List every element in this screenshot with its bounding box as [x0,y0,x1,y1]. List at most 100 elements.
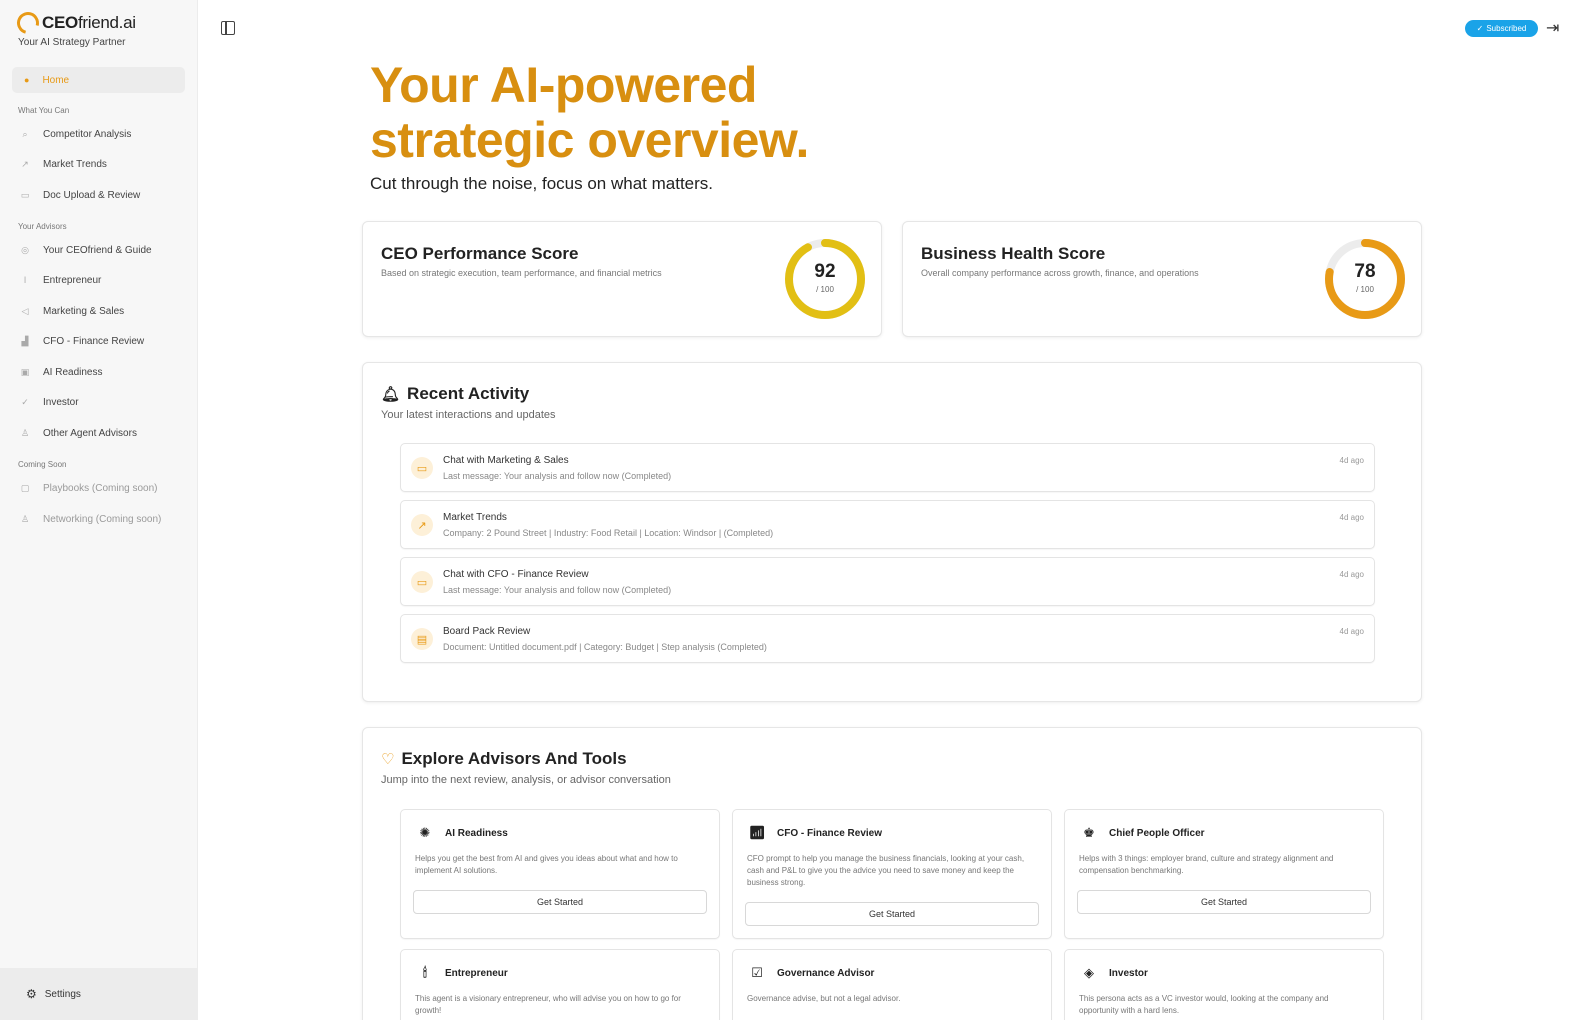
home-icon: ● [24,75,30,85]
sidebar-item-label: Other Agent Advisors [43,427,137,439]
explore-subtitle: Jump into the next review, analysis, or … [381,774,671,786]
sidebar-item-market-trends[interactable]: ↗ Market Trends [20,156,107,172]
sidebar-item-ceofriend-guide[interactable]: ◎ Your CEOfriend & Guide [20,242,152,258]
brand-name: CEOfriend.ai [42,13,136,32]
brand-logo[interactable]: CEOfriend.ai Your AI Strategy Partner [12,7,136,48]
score-value: 78 [1354,261,1376,282]
settings-label: Settings [44,988,81,1000]
activity-detail: Last message: Your analysis and follow n… [443,585,672,595]
tool-description: Helps with 3 things: employer brand, cul… [1079,854,1334,875]
sidebar-item-competitor-analysis[interactable]: ⌕ Competitor Analysis [20,126,131,142]
tool-description: Helps you get the best from AI and gives… [415,854,678,875]
person-icon: 🕯︎ [423,965,427,980]
section-title: 🔔︎ Recent Activity [381,384,529,404]
sidebar-item-label: Entrepreneur [43,274,102,286]
sidebar-item-investor[interactable]: ✓ Investor [20,394,79,410]
tool-card-cfo-finance: 📶︎ CFO - Finance Review CFO prompt to hel… [732,809,1052,939]
activity-time: 4d ago [1339,570,1364,579]
sidebar-item-label: CFO - Finance Review [43,335,145,347]
trend-icon: ↗ [21,158,29,169]
compass-icon: ◎ [21,244,29,255]
subscribed-badge[interactable]: ✓ Subscribed [1465,20,1538,37]
page-subtitle: Cut through the noise, focus on what mat… [370,174,714,193]
score-denominator: / 100 [1356,285,1374,294]
sidebar-item-doc-upload[interactable]: ▭ Doc Upload & Review [20,187,141,203]
tool-name: Investor [1109,967,1148,979]
chart-icon: 📶︎ [748,825,766,840]
lightbulb-icon: ♡ [381,751,395,768]
recent-activity-subtitle: Your latest interactions and updates [381,409,556,421]
chip-icon: ✺ [419,825,431,840]
get-started-button[interactable]: Get Started [413,890,707,914]
settings-button[interactable]: ⚙ Settings [0,968,198,1020]
sidebar-item-ai-readiness[interactable]: ▣ AI Readiness [20,364,103,380]
logout-icon[interactable]: ⇥ [1546,18,1559,38]
sidebar-item-other-advisors[interactable]: ♙ Other Agent Advisors [20,425,137,441]
chat-icon: ▭ [411,571,433,593]
section-title: ♡ Explore Advisors And Tools [381,749,627,769]
activity-item[interactable]: ▤ Board Pack Review Document: Untitled d… [400,614,1375,663]
bell-icon: 🔔︎ [381,386,401,403]
sidebar-item-label: Market Trends [43,158,107,170]
activity-item[interactable]: ▭ Chat with Marketing & Sales Last messa… [400,443,1375,492]
activity-detail: Last message: Your analysis and follow n… [443,471,672,481]
sidebar-item-cfo-finance[interactable]: ▟ CFO - Finance Review [20,333,145,349]
sidebar-item-label: Networking (Coming soon) [43,513,162,525]
people-icon: ♚ [1083,825,1095,840]
business-health-card: Business Health Score Overall company pe… [902,221,1422,337]
ceo-performance-card: CEO Performance Score Based on strategic… [362,221,882,337]
logo-icon [12,7,44,39]
score-gauge: 78 / 100 [1323,237,1407,321]
document-icon: ▭ [20,189,30,200]
sidebar-item-networking[interactable]: ♙ Networking (Coming soon) [20,511,161,527]
nav-section-coming-soon: Coming Soon [18,460,67,469]
tool-description: This persona acts as a VC investor would… [1079,994,1329,1015]
sidebar-item-playbooks[interactable]: ▢ Playbooks (Coming soon) [20,480,158,496]
get-started-button[interactable]: Get Started [1077,890,1371,914]
tool-card-entrepreneur: 🕯︎ Entrepreneur This agent is a visionary… [400,949,720,1020]
activity-item[interactable]: ↗ Market Trends Company: 2 Pound Street … [400,500,1375,549]
tool-name: Governance Advisor [777,967,875,979]
score-title: CEO Performance Score [381,244,579,263]
activity-title: Chat with Marketing & Sales [443,455,569,466]
sidebar-toggle-icon[interactable] [221,21,235,35]
activity-item[interactable]: ▭ Chat with CFO - Finance Review Last me… [400,557,1375,606]
users-icon: ♙ [20,427,30,438]
check-circle-icon: ✓ [1476,24,1484,33]
tool-name: AI Readiness [445,827,508,839]
activity-title: Market Trends [443,512,507,523]
tool-description: This agent is a visionary entrepreneur, … [415,994,681,1015]
sidebar-item-label: Your CEOfriend & Guide [43,244,152,256]
document-icon: ▤ [411,628,433,650]
recent-activity-card: 🔔︎ Recent Activity Your latest interacti… [362,362,1422,702]
nav-section-advisors: Your Advisors [18,222,67,231]
sidebar-item-home[interactable]: ● Home [12,67,185,93]
score-value: 92 [814,261,836,282]
chart-icon: ▟ [21,335,29,346]
tool-card-ai-readiness: ✺ AI Readiness Helps you get the best fro… [400,809,720,939]
score-denominator: / 100 [816,285,834,294]
score-description: Overall company performance across growt… [921,268,1199,278]
subscribed-label: Subscribed [1486,24,1527,33]
sidebar-item-label: Marketing & Sales [43,305,125,317]
check-icon: ✓ [21,396,29,407]
page-title: Your AI-powered strategic overview. [370,57,809,168]
megaphone-icon: ◁ [21,305,29,316]
sidebar-item-entrepreneur[interactable]: ǀ Entrepreneur [20,272,102,288]
tool-description: CFO prompt to help you manage the busine… [747,854,1025,887]
network-icon: ♙ [20,513,30,524]
activity-detail: Company: 2 Pound Street | Industry: Food… [443,528,774,538]
score-title: Business Health Score [921,244,1106,263]
chat-icon: ▭ [411,457,433,479]
sidebar-item-label: Investor [43,396,79,408]
trend-icon: ↗ [411,514,433,536]
get-started-button[interactable]: Get Started [745,902,1039,926]
tool-name: CFO - Finance Review [777,827,883,839]
chip-icon: ▣ [20,366,30,377]
nav-section-what-you-can: What You Can [18,106,70,115]
sidebar-item-marketing-sales[interactable]: ◁ Marketing & Sales [20,303,125,319]
shield-check-icon: ☑ [751,965,763,980]
tool-description: Governance advise, but not a legal advis… [747,994,901,1003]
activity-title: Board Pack Review [443,626,531,637]
activity-time: 4d ago [1339,513,1364,522]
